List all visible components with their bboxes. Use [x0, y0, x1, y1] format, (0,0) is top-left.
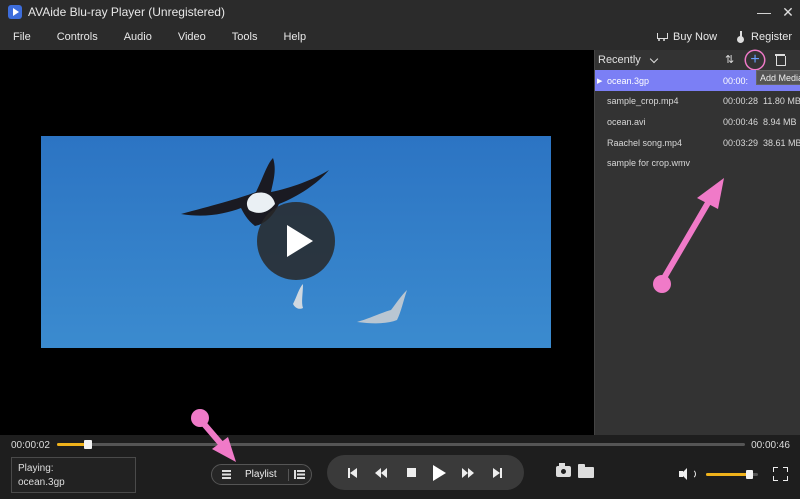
video-frame[interactable]: [41, 136, 551, 348]
trash-icon[interactable]: [775, 53, 786, 66]
queue-list-icon[interactable]: [294, 470, 305, 480]
total-time: 00:00:46: [751, 440, 790, 451]
playlist-row[interactable]: sample_crop.mp4 00:00:28 11.80 MB: [595, 90, 800, 111]
stop-icon[interactable]: [404, 455, 418, 490]
volume-slider-fill: [706, 473, 749, 476]
volume-slider[interactable]: [706, 470, 758, 479]
register-label: Register: [751, 31, 792, 43]
next-track-icon[interactable]: [490, 455, 504, 490]
cart-icon: [655, 32, 668, 42]
playlist-row-duration: 00:03:29: [723, 137, 759, 148]
fullscreen-corner: [773, 476, 778, 481]
volume-wave-icon: [690, 469, 696, 479]
playlist-row-duration: 00:00:46: [723, 116, 759, 127]
playlist-row[interactable]: sample for crop.wmv: [595, 152, 800, 173]
fullscreen-corner: [773, 467, 778, 472]
playlist-panel: Recently ⇅ + Add Media ▶ ocean.3gp 00:00…: [594, 50, 800, 435]
video-area[interactable]: [0, 50, 594, 435]
window-controls: — ✕: [752, 0, 800, 24]
buy-now-label: Buy Now: [673, 31, 718, 43]
playlist-row[interactable]: ocean.avi 00:00:46 8.94 MB: [595, 111, 800, 132]
menu-help[interactable]: Help: [270, 31, 319, 43]
control-bar: 00:00:02 00:00:46 Playing: ocean.3gp Pla…: [0, 435, 800, 499]
fast-forward-icon[interactable]: [460, 455, 476, 490]
rewind-icon[interactable]: [373, 455, 389, 490]
menu-right-group: Buy Now Register: [655, 24, 792, 50]
title-bar: AVAide Blu-ray Player (Unregistered) — ✕: [0, 0, 800, 24]
menu-audio[interactable]: Audio: [111, 31, 165, 43]
fullscreen-corner: [783, 467, 788, 472]
playlist-row-name: ocean.avi: [607, 116, 646, 127]
sort-order-icon[interactable]: ⇅: [725, 53, 734, 66]
playlist-row-size: 11.80 MB: [763, 95, 800, 106]
menu-video[interactable]: Video: [165, 31, 219, 43]
playlist-row-duration: 00:00:: [723, 75, 749, 86]
play-icon[interactable]: [430, 455, 448, 490]
key-icon: [735, 31, 745, 43]
playlist-row-name: sample for crop.wmv: [607, 157, 691, 168]
menu-file[interactable]: File: [0, 31, 44, 43]
now-playing-marker-icon: ▶: [597, 77, 603, 85]
play-overlay-button[interactable]: [257, 202, 335, 280]
add-media-icon[interactable]: +: [746, 51, 764, 69]
seek-bar[interactable]: [57, 440, 745, 449]
add-media-tooltip: Add Media: [756, 70, 800, 85]
playlist-header: Recently ⇅ +: [595, 50, 800, 70]
now-playing-label: Playing:: [18, 463, 54, 474]
snapshot-camera-icon[interactable]: [556, 463, 571, 477]
playlist-row-name: ocean.3gp: [607, 75, 650, 86]
menu-tools[interactable]: Tools: [219, 31, 271, 43]
playlist-row-duration: 00:00:28: [723, 95, 759, 106]
close-button[interactable]: ✕: [776, 0, 800, 24]
open-folder-icon[interactable]: [578, 464, 594, 478]
playlist-row-name: sample_crop.mp4: [607, 95, 679, 106]
chevron-down-icon[interactable]: [649, 54, 659, 63]
playlist-row-size: 8.94 MB: [763, 116, 797, 127]
register-button[interactable]: Register: [735, 31, 792, 43]
menu-controls[interactable]: Controls: [44, 31, 111, 43]
transport-controls: [327, 455, 524, 490]
playlist-toggle-button[interactable]: Playlist: [211, 464, 312, 485]
fullscreen-corner: [783, 476, 788, 481]
minimize-button[interactable]: —: [752, 0, 776, 24]
previous-track-icon[interactable]: [345, 455, 359, 490]
seek-bar-thumb[interactable]: [83, 440, 92, 449]
list-icon: [222, 470, 231, 479]
now-playing-file: ocean.3gp: [18, 477, 65, 488]
playlist-row-size: 38.61 MB: [763, 137, 800, 148]
window-title: AVAide Blu-ray Player (Unregistered): [28, 5, 225, 19]
app-logo-icon: [8, 5, 22, 19]
volume-slider-thumb[interactable]: [745, 470, 753, 479]
sort-dropdown[interactable]: Recently: [598, 54, 641, 66]
buy-now-button[interactable]: Buy Now: [655, 31, 717, 43]
fullscreen-icon[interactable]: [773, 467, 788, 481]
playlist-row[interactable]: Raachel song.mp4 00:03:29 38.61 MB: [595, 132, 800, 153]
playlist-row-name: Raachel song.mp4: [607, 137, 683, 148]
toggle-divider: [288, 469, 289, 481]
now-playing-box: Playing: ocean.3gp: [11, 457, 136, 493]
playlist-toggle-label: Playlist: [245, 469, 277, 480]
menu-bar: File Controls Audio Video Tools Help Buy…: [0, 24, 800, 50]
current-time: 00:00:02: [11, 440, 50, 451]
